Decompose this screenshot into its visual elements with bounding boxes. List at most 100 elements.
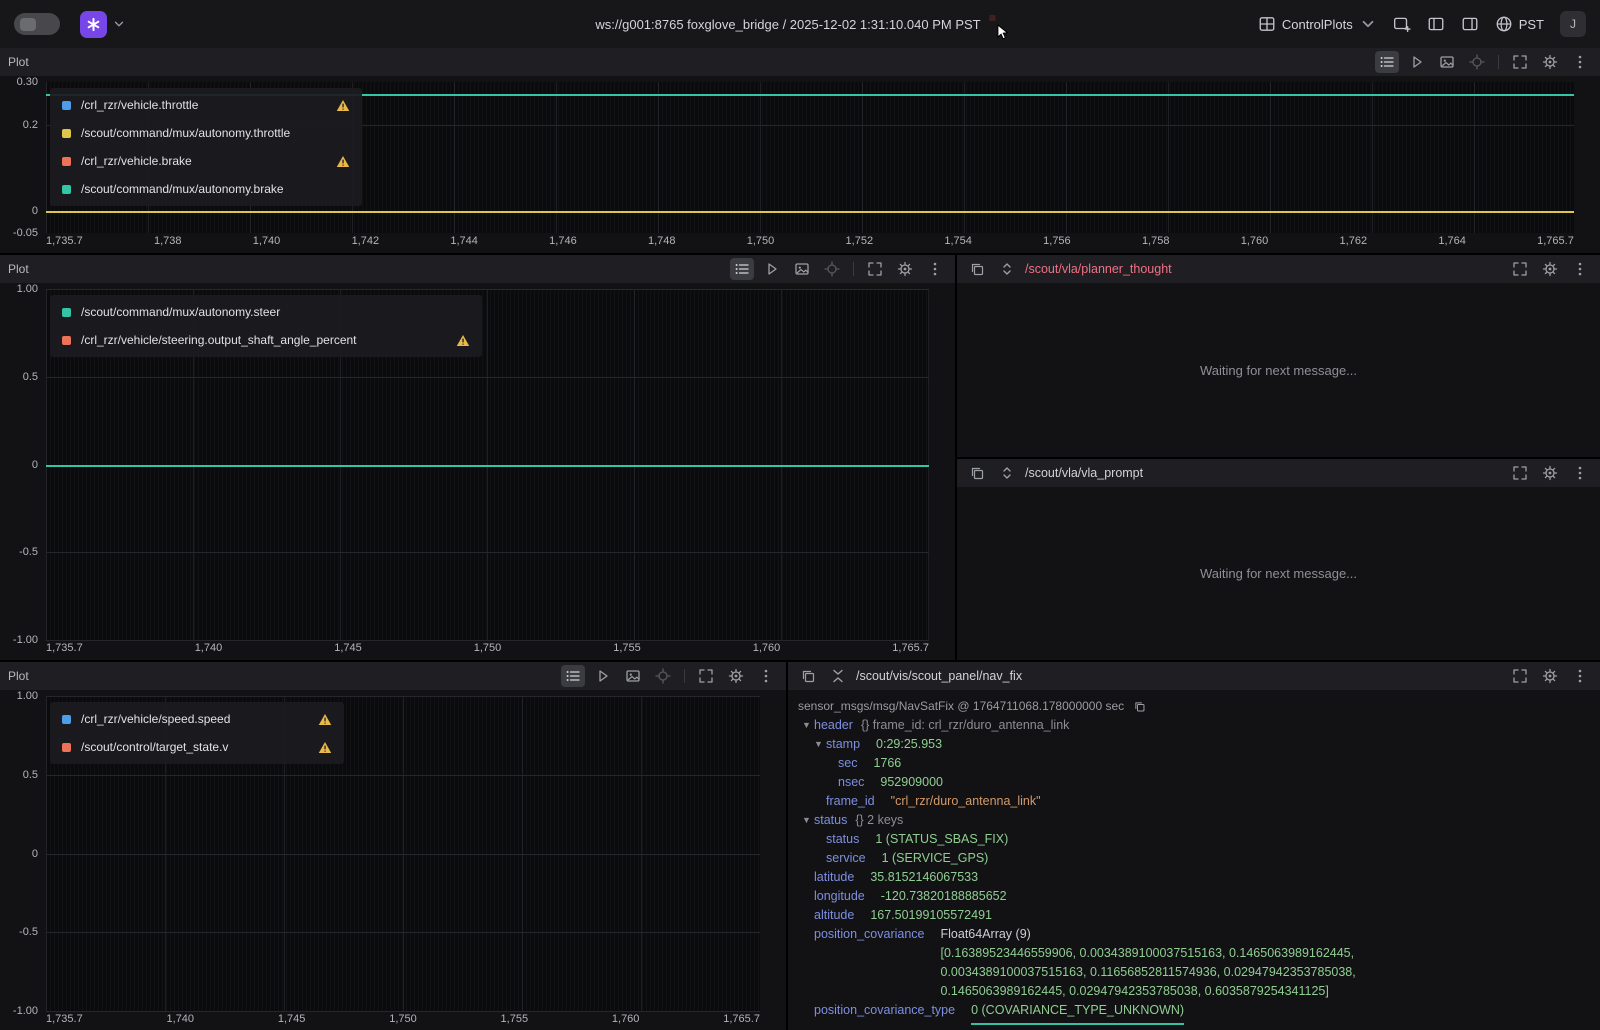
fullscreen-button[interactable]: [1508, 462, 1532, 484]
add-panel-button[interactable]: [1393, 15, 1411, 33]
more-menu-button[interactable]: [1568, 258, 1592, 280]
plot-canvas[interactable]: /scout/command/mux/autonomy.steer /crl_r…: [46, 289, 929, 641]
settings-button[interactable]: [1538, 462, 1562, 484]
field-value: 0:29:25.953: [876, 737, 943, 751]
expand-caret-icon[interactable]: ▼: [814, 735, 826, 754]
connection-status[interactable]: ws://g001:8765 foxglove_bridge / 2025-12…: [595, 0, 1004, 48]
sync-crosshair-button[interactable]: [651, 665, 675, 687]
message-field-row[interactable]: position_covariance_type 0 (COVARIANCE_T…: [798, 1001, 1590, 1025]
sync-crosshair-button[interactable]: [820, 258, 844, 280]
play-button[interactable]: [591, 665, 615, 687]
more-menu-button[interactable]: [1568, 51, 1592, 73]
series-color-chip[interactable]: [62, 742, 71, 752]
message-field-row[interactable]: ▼ stamp 0:29:25.953: [798, 735, 1590, 754]
field-value-block: 35.8152146067533: [870, 868, 978, 887]
legend-item[interactable]: /scout/command/mux/autonomy.throttle: [60, 119, 352, 147]
legend-item[interactable]: /crl_rzr/vehicle.brake: [60, 147, 352, 175]
plot-canvas[interactable]: /crl_rzr/vehicle/speed.speed /scout/cont…: [46, 696, 760, 1012]
plot-canvas[interactable]: /crl_rzr/vehicle.throttle /scout/command…: [46, 82, 1574, 233]
legend-toggle-button[interactable]: [1375, 51, 1399, 73]
message-field-row[interactable]: ▼ header {} frame_id: crl_rzr/duro_anten…: [798, 716, 1590, 735]
timezone-button[interactable]: PST: [1495, 15, 1544, 33]
plot-legend: /scout/command/mux/autonomy.steer /crl_r…: [50, 295, 482, 357]
more-menu-button[interactable]: [754, 665, 778, 687]
recording-indicator[interactable]: [993, 18, 1005, 30]
fullscreen-icon: [1512, 668, 1528, 684]
series-color-chip[interactable]: [62, 307, 71, 317]
topic-path-stepper[interactable]: [995, 462, 1019, 484]
series-color-chip[interactable]: [62, 128, 71, 138]
plot-mid-header[interactable]: Plot: [0, 255, 955, 283]
expand-caret-icon[interactable]: ▼: [802, 811, 814, 830]
legend-item[interactable]: /scout/command/mux/autonomy.brake: [60, 175, 352, 203]
field-key: position_covariance: [814, 927, 925, 941]
legend-item[interactable]: /scout/control/target_state.v: [60, 733, 334, 761]
copy-message-button[interactable]: [965, 462, 989, 484]
planner-thought-header[interactable]: /scout/vla/planner_thought: [957, 255, 1600, 283]
plot-bottom-header[interactable]: Plot: [0, 662, 786, 690]
copy-timestamp-button[interactable]: [1130, 697, 1148, 715]
message-field-row[interactable]: service 1 (SERVICE_GPS): [798, 849, 1590, 868]
array-values: [0.16389523446559906, 0.0034389100037515…: [940, 946, 1356, 998]
sync-crosshair-button[interactable]: [1465, 51, 1489, 73]
message-field-row[interactable]: position_covariance Float64Array (9) [0.…: [798, 925, 1590, 1001]
topic-path-stepper[interactable]: [995, 258, 1019, 280]
message-field-row[interactable]: sec 1766: [798, 754, 1590, 773]
message-field-row[interactable]: altitude 167.50199105572491: [798, 906, 1590, 925]
play-button[interactable]: [760, 258, 784, 280]
sync-crosshair-icon: [824, 261, 840, 277]
legend-item[interactable]: /crl_rzr/vehicle.throttle: [60, 91, 352, 119]
legend-toggle-button[interactable]: [730, 258, 754, 280]
vla-prompt-header[interactable]: /scout/vla/vla_prompt: [957, 459, 1600, 487]
fullscreen-button[interactable]: [1508, 51, 1532, 73]
message-field-row[interactable]: status 1 (STATUS_SBAS_FIX): [798, 830, 1590, 849]
more-menu-button[interactable]: [1568, 665, 1592, 687]
play-button[interactable]: [1405, 51, 1429, 73]
settings-button[interactable]: [893, 258, 917, 280]
collapse-all-button[interactable]: [826, 665, 850, 687]
export-image-icon: [1439, 54, 1455, 70]
fullscreen-button[interactable]: [1508, 665, 1532, 687]
left-sidebar-toggle[interactable]: [1427, 15, 1445, 33]
export-image-button[interactable]: [790, 258, 814, 280]
plot-panel-mid: Plot 1.00 0.5 0 -0.5 -1.00 /scout/comman…: [0, 255, 955, 660]
settings-button[interactable]: [1538, 665, 1562, 687]
message-field-row[interactable]: longitude -120.73820188885652: [798, 887, 1590, 906]
legend-toggle-button[interactable]: [561, 665, 585, 687]
series-color-chip[interactable]: [62, 100, 71, 110]
topic-name[interactable]: /scout/vis/scout_panel/nav_fix: [856, 669, 1022, 683]
plot-top-header[interactable]: Plot: [0, 48, 1600, 76]
app-menu-button[interactable]: [80, 10, 126, 38]
series-color-chip[interactable]: [62, 335, 71, 345]
more-menu-button[interactable]: [923, 258, 947, 280]
legend-item[interactable]: /scout/command/mux/autonomy.steer: [60, 298, 472, 326]
layout-menu-button[interactable]: ControlPlots: [1258, 15, 1377, 33]
topic-name[interactable]: /scout/vla/planner_thought: [1025, 262, 1172, 276]
topic-name[interactable]: /scout/vla/vla_prompt: [1025, 466, 1143, 480]
series-color-chip[interactable]: [62, 156, 71, 166]
nav-fix-header[interactable]: /scout/vis/scout_panel/nav_fix: [788, 662, 1600, 690]
message-field-row[interactable]: frame_id "crl_rzr/duro_antenna_link": [798, 792, 1590, 811]
legend-item[interactable]: /crl_rzr/vehicle/speed.speed: [60, 705, 334, 733]
y-tick-label: 0: [31, 847, 38, 860]
right-sidebar-toggle[interactable]: [1461, 15, 1479, 33]
message-field-row[interactable]: latitude 35.8152146067533: [798, 868, 1590, 887]
expand-caret-icon[interactable]: ▼: [802, 716, 814, 735]
more-menu-button[interactable]: [1568, 462, 1592, 484]
fullscreen-button[interactable]: [1508, 258, 1532, 280]
copy-message-button[interactable]: [796, 665, 820, 687]
settings-button[interactable]: [724, 665, 748, 687]
user-avatar-button[interactable]: J: [1560, 11, 1586, 37]
series-color-chip[interactable]: [62, 184, 71, 194]
series-color-chip[interactable]: [62, 714, 71, 724]
legend-item[interactable]: /crl_rzr/vehicle/steering.output_shaft_a…: [60, 326, 472, 354]
export-image-button[interactable]: [621, 665, 645, 687]
copy-message-button[interactable]: [965, 258, 989, 280]
fullscreen-button[interactable]: [694, 665, 718, 687]
settings-button[interactable]: [1538, 258, 1562, 280]
settings-button[interactable]: [1538, 51, 1562, 73]
export-image-button[interactable]: [1435, 51, 1459, 73]
message-field-row[interactable]: ▼ status {} 2 keys: [798, 811, 1590, 830]
fullscreen-button[interactable]: [863, 258, 887, 280]
message-field-row[interactable]: nsec 952909000: [798, 773, 1590, 792]
